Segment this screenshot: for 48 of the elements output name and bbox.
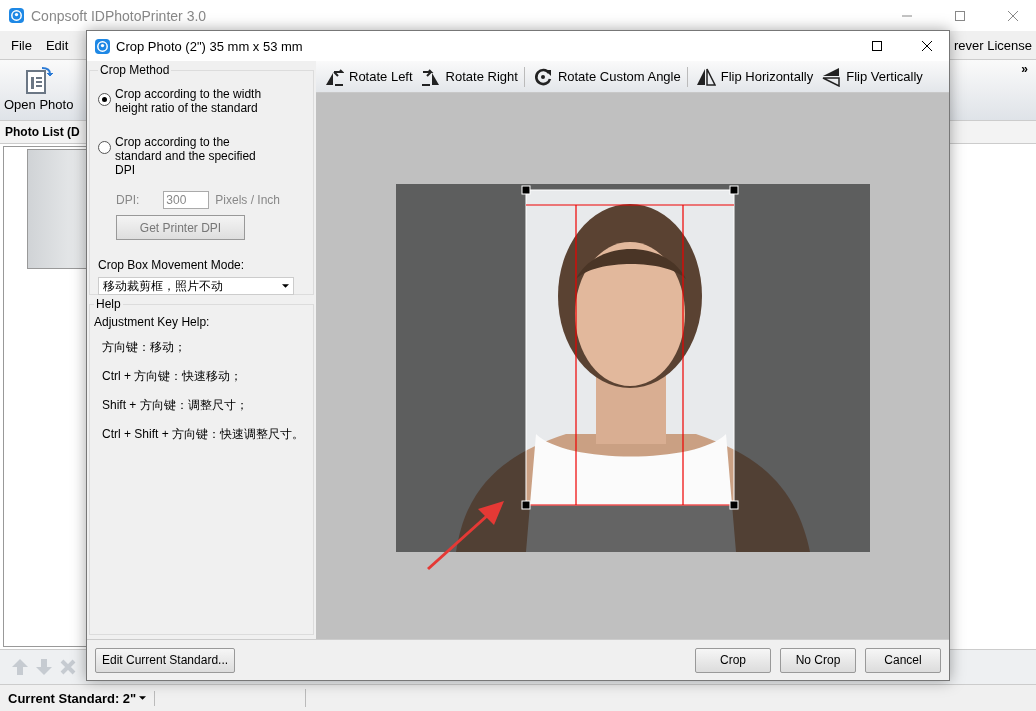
dpi-label: DPI:: [116, 193, 140, 207]
flip-h-icon: [695, 66, 716, 87]
caret-icon: [139, 696, 147, 700]
group-title: Crop Method: [99, 63, 171, 77]
overflow-button[interactable]: »: [1013, 60, 1036, 78]
app-icon: [9, 8, 24, 23]
resize-handle[interactable]: [729, 185, 739, 195]
radio-option[interactable]: Crop according to the width height ratio of the standard: [98, 87, 278, 115]
rotate-right-button[interactable]: Rotate Right: [416, 66, 525, 87]
unit-label: Pixels / Inch: [215, 193, 281, 207]
flip-v-button[interactable]: Flip Vertically: [817, 66, 927, 87]
crop-frame[interactable]: [525, 189, 735, 506]
help-text: Ctrl + 方向键：快速移动；: [102, 368, 244, 385]
open-photo-button[interactable]: Open Photo: [0, 60, 78, 117]
maximize-icon[interactable]: [871, 40, 883, 52]
close-icon[interactable]: [921, 40, 933, 52]
panel-title: Photo List (D: [5, 125, 80, 139]
dialog-button[interactable]: Crop: [695, 647, 771, 673]
menu-item[interactable]: Edit: [38, 37, 76, 53]
resize-handle[interactable]: [521, 500, 531, 510]
caret-icon: [282, 284, 289, 288]
resize-handle[interactable]: [729, 500, 739, 510]
edit-standard-button[interactable]: Edit Current Standard...: [95, 647, 236, 673]
help-text: Shift + 方向键：调整尺寸；: [102, 397, 249, 414]
help-text: 方向键：移动；: [102, 339, 187, 356]
dialog-title: Crop Photo (2") 35 mm x 53 mm: [116, 38, 303, 54]
help-text: Ctrl + Shift + 方向键：快速调整尺寸。: [102, 426, 306, 443]
rotate-custom-icon: [532, 66, 553, 87]
rotate-right-icon: [420, 66, 441, 87]
app-icon: [95, 38, 110, 54]
menu-item[interactable]: File: [4, 37, 39, 53]
radio-option[interactable]: Crop according to the standard and the specified DPI: [98, 135, 278, 177]
document-icon: [23, 65, 54, 95]
rotate-left-icon: [324, 66, 344, 87]
resize-handle[interactable]: [521, 185, 531, 195]
rotate-left-button[interactable]: Rotate Left: [320, 66, 417, 87]
movement-mode-dropdown[interactable]: 移动裁剪框，照片不动: [98, 277, 294, 295]
flip-v-icon: [821, 66, 842, 87]
help-heading: Adjustment Key Help:: [94, 315, 211, 329]
rotate-custom-button[interactable]: Rotate Custom Angle: [528, 66, 688, 87]
dialog-button[interactable]: No Crop: [780, 647, 856, 673]
window-title: Conpsoft IDPhotoPrinter 3.0: [31, 7, 207, 24]
dialog-button[interactable]: Cancel: [865, 647, 941, 673]
menu-item[interactable]: rever License: [945, 37, 1036, 53]
field-label: Crop Box Movement Mode:: [98, 258, 246, 272]
flip-h-button[interactable]: Flip Horizontally: [691, 66, 818, 87]
group-title: Help: [95, 297, 122, 311]
standard-selector[interactable]: Current Standard: 2": [0, 690, 156, 706]
